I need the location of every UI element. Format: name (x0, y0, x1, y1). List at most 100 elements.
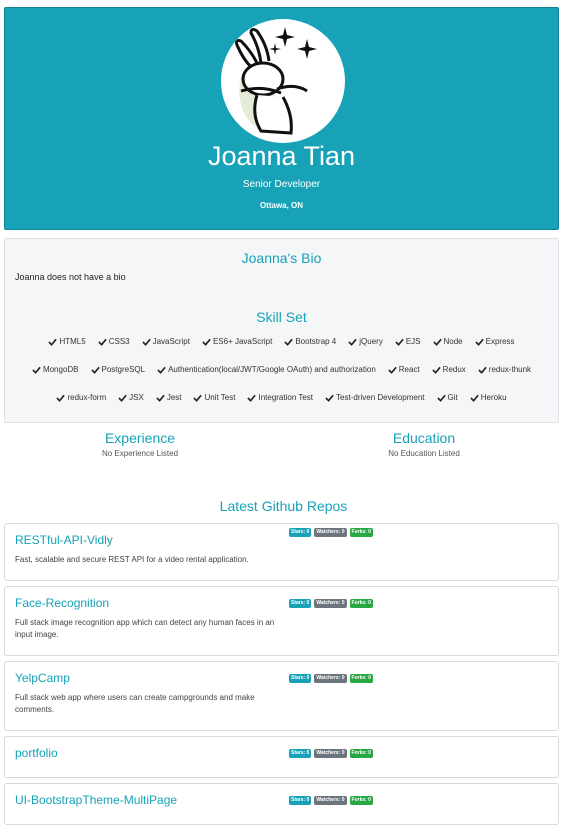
bunny-avatar-icon (235, 27, 317, 135)
forks-badge: Forks: 0 (349, 528, 373, 537)
check-icon (48, 338, 58, 346)
forks-badge: Forks: 0 (349, 749, 373, 758)
stars-badge: Stars: 0 (289, 674, 312, 683)
stars-badge: Stars: 0 (289, 528, 312, 537)
skill-label: jQuery (359, 337, 383, 346)
check-icon (348, 338, 357, 346)
check-icon (395, 338, 404, 346)
skill-label: HTML5 (59, 337, 86, 346)
bio-card: Joanna's Bio Joanna does not have a bio … (4, 238, 559, 423)
skill-label: Git (447, 393, 458, 402)
check-icon (98, 338, 107, 346)
watchers-badge: Watchers: 0 (314, 599, 347, 608)
skill-item: React (388, 365, 420, 374)
repo-card: RESTful-API-Vidly Fast, scalable and sec… (4, 523, 559, 581)
profile-name: Joanna Tian (207, 141, 356, 171)
skill-item: Jest (156, 393, 182, 402)
skill-label: Heroku (480, 393, 507, 402)
skill-item: HTML5 (48, 337, 86, 346)
skill-label: Express (485, 337, 515, 346)
skill-item: redux-thunk (478, 365, 531, 374)
repo-badges: Stars: 0 Watchers: 0 Forks: 0 (289, 528, 373, 537)
skill-item: Git (436, 393, 458, 402)
skill-item: jQuery (348, 337, 383, 346)
repo-description: Fast, scalable and secure REST API for a… (15, 555, 249, 564)
skills-row: MongoDB PostgreSQL Authentication(local/… (5, 365, 558, 374)
skill-item: ES6+ JavaScript (202, 337, 272, 346)
skill-label: redux-thunk (488, 365, 532, 374)
profile-header: Joanna Tian Senior Developer Ottawa, ON (4, 7, 559, 230)
repo-card: UI-BootstrapTheme-MultiPage Stars: 0 Wat… (4, 783, 559, 825)
education-section: Education No Education Listed (284, 430, 564, 458)
bio-text: Joanna does not have a bio (15, 272, 126, 282)
experience-title: Experience (104, 430, 176, 446)
avatar (221, 19, 345, 143)
skill-label: Jest (166, 393, 182, 402)
repo-name-link[interactable]: RESTful-API-Vidly (15, 533, 113, 547)
repo-card: portfolio Stars: 0 Watchers: 0 Forks: 0 (4, 736, 559, 778)
watchers-badge: Watchers: 0 (314, 749, 347, 758)
skill-item: Bootstrap 4 (284, 337, 336, 346)
repo-name-link[interactable]: portfolio (15, 746, 58, 760)
skill-label: Integration Test (258, 393, 314, 402)
repo-badges: Stars: 0 Watchers: 0 Forks: 0 (289, 796, 373, 805)
skill-item: Node (432, 337, 463, 346)
watchers-badge: Watchers: 0 (314, 674, 347, 683)
check-icon (436, 394, 446, 402)
skill-item: Express (474, 337, 515, 346)
repo-badges: Stars: 0 Watchers: 0 Forks: 0 (289, 749, 373, 758)
skill-label: Unit Test (204, 393, 236, 402)
skill-item: Unit Test (193, 393, 235, 402)
skill-label: PostgreSQL (101, 365, 146, 374)
skill-item: Redux (431, 365, 466, 374)
skill-label: JSX (129, 393, 144, 402)
skill-item: MongoDB (32, 365, 79, 374)
stars-badge: Stars: 0 (289, 796, 312, 805)
education-title: Education (392, 430, 456, 446)
skill-label: React (398, 365, 420, 374)
check-icon (247, 394, 257, 402)
check-icon (156, 394, 165, 402)
skill-item: PostgreSQL (90, 365, 146, 374)
skill-item: Authentication(local/JWT/Google OAuth) a… (157, 365, 376, 374)
experience-section: Experience No Experience Listed (0, 430, 280, 458)
repo-description: Full stack web app where users can creat… (15, 693, 255, 714)
check-icon (202, 338, 211, 346)
profile-location: Ottawa, ON (259, 201, 304, 210)
repo-name-link[interactable]: Face-Recognition (15, 596, 109, 610)
check-icon (388, 366, 397, 374)
check-icon (478, 366, 487, 374)
check-icon (193, 394, 203, 402)
repo-badges: Stars: 0 Watchers: 0 Forks: 0 (289, 599, 373, 608)
check-icon (474, 338, 484, 346)
skill-item: Test-driven Development (325, 393, 425, 402)
skill-label: Authentication(local/JWT/Google OAuth) a… (168, 365, 376, 374)
skill-label: JavaScript (152, 337, 190, 346)
skill-label: redux-form (67, 393, 107, 402)
repo-badges: Stars: 0 Watchers: 0 Forks: 0 (289, 674, 373, 683)
check-icon (284, 338, 294, 346)
skill-label: Test-driven Development (336, 393, 425, 402)
skill-item: Integration Test (247, 393, 313, 402)
check-icon (470, 394, 479, 402)
repo-name-link[interactable]: YelpCamp (15, 671, 70, 685)
check-icon (90, 366, 100, 374)
education-empty: No Education Listed (388, 449, 460, 458)
skill-item: CSS3 (98, 337, 130, 346)
stars-badge: Stars: 0 (289, 749, 312, 758)
check-icon (56, 394, 66, 402)
skill-label: MongoDB (42, 365, 79, 374)
check-icon (325, 394, 334, 402)
repo-name-link[interactable]: UI-BootstrapTheme-MultiPage (15, 793, 177, 807)
skill-item: JavaScript (141, 337, 190, 346)
check-icon (118, 394, 127, 402)
skills-title: Skill Set (256, 309, 307, 325)
repos-title: Latest Github Repos (219, 498, 348, 514)
watchers-badge: Watchers: 0 (314, 528, 347, 537)
profile-role: Senior Developer (242, 179, 321, 190)
skills-row: redux-form JSX Jest Unit Test Integratio… (5, 393, 558, 402)
experience-empty: No Experience Listed (101, 449, 179, 458)
check-icon (32, 366, 41, 374)
forks-badge: Forks: 0 (349, 674, 373, 683)
check-icon (157, 366, 166, 374)
